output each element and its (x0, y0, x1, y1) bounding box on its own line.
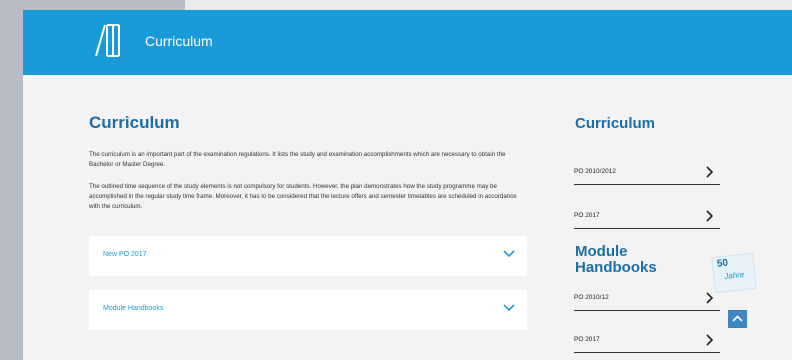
chevron-right-icon (706, 166, 714, 178)
sidebar-item-label: PO 2010/2012 (574, 168, 616, 175)
sidebar-item-po-2017[interactable]: PO 2017 (574, 204, 720, 229)
sidebar-item-po-2010-2012[interactable]: PO 2010/2012 (574, 160, 720, 185)
top-strip-shade (0, 0, 185, 10)
sidebar-title: Curriculum (575, 115, 656, 132)
intro-paragraph-2: The outlined time sequence of the study … (89, 183, 517, 210)
site-header: Curriculum (23, 10, 792, 75)
badge-number: 50 (716, 257, 729, 270)
accordion-module-handbooks[interactable]: Module Handbooks (89, 290, 527, 330)
sidebar-item-handbook-po-2017[interactable]: PO 2017 (574, 328, 720, 353)
accordion-new-po-2017[interactable]: New PO 2017 (89, 236, 527, 276)
content-area: Curriculum The curriculum is an importan… (23, 75, 792, 360)
chevron-right-icon (706, 210, 714, 222)
page-title: Curriculum (89, 113, 180, 132)
anniversary-badge[interactable]: 50 Jahre (711, 252, 757, 294)
sidebar-item-label: PO 2010/12 (574, 294, 609, 301)
scroll-to-top-button[interactable] (728, 310, 747, 328)
accordion-label: New PO 2017 (103, 251, 147, 258)
module-handbooks-heading: Module Handbooks (575, 243, 657, 276)
chevron-down-icon (503, 250, 515, 258)
sidebar-item-label: PO 2017 (574, 336, 600, 343)
header-title: Curriculum (145, 33, 213, 49)
chevron-up-icon (732, 315, 743, 322)
badge-text: Jahre (723, 269, 745, 282)
chevron-right-icon (706, 334, 714, 346)
chevron-right-icon (706, 292, 714, 304)
books-logo-icon[interactable] (93, 22, 125, 60)
sidebar-item-label: PO 2017 (574, 212, 600, 219)
accordion-label: Module Handbooks (103, 305, 164, 312)
top-strip (0, 0, 792, 10)
chevron-down-icon (503, 304, 515, 312)
intro-paragraph-1: The curriculum is an important part of t… (89, 151, 506, 168)
sidebar-item-handbook-po-2010-12[interactable]: PO 2010/12 (574, 286, 720, 311)
